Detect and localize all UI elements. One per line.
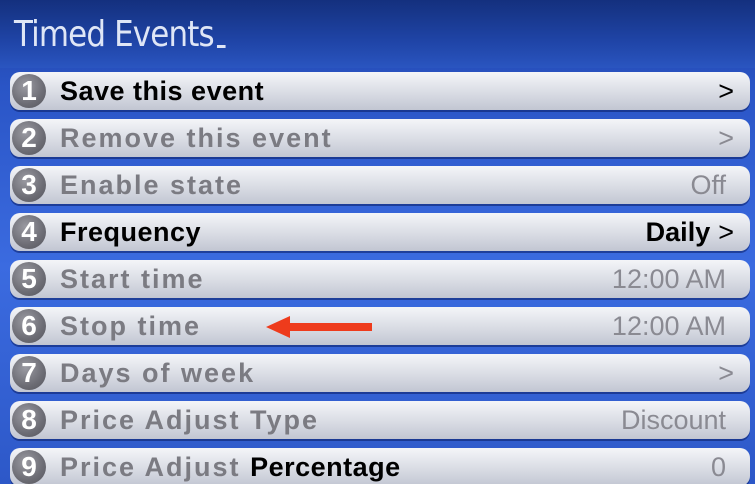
- menu-item-stop-time[interactable]: 6 Stop time 12:00 AM: [10, 307, 750, 345]
- chevron-right-icon: >: [718, 217, 734, 247]
- text-cursor: [217, 45, 226, 48]
- menu-item-remove-event[interactable]: 2 Remove this event >: [10, 119, 750, 157]
- menu-item-value: 12:00 AM: [611, 264, 726, 294]
- number-badge: 3: [12, 168, 46, 202]
- menu-item-label: Enable state: [60, 170, 244, 200]
- menu-item-price-adjust-type[interactable]: 8 Price Adjust Type Discount: [10, 401, 750, 439]
- number-badge: 6: [12, 309, 46, 343]
- menu-item-days-of-week[interactable]: 7 Days of week >: [10, 354, 750, 392]
- menu-item-label: Remove this event: [60, 123, 333, 153]
- menu-item-label: Price Adjust Type: [60, 405, 320, 435]
- number-badge: 7: [12, 356, 46, 390]
- menu-item-label: Start time: [60, 264, 205, 294]
- chevron-right-icon: >: [718, 76, 734, 106]
- timed-events-screen: Timed Events 1 Save this event > 2 Remov…: [0, 0, 755, 484]
- menu-item-value: 0: [710, 452, 726, 482]
- menu-item-value: Off: [690, 170, 726, 200]
- chevron-right-icon: >: [718, 123, 734, 153]
- number-badge: 4: [12, 215, 46, 249]
- red-arrow-icon: [266, 316, 372, 338]
- menu-item-frequency[interactable]: 4 Frequency Daily >: [10, 213, 750, 251]
- menu-item-value: Daily >: [645, 217, 734, 247]
- menu-item-label: Stop time: [60, 311, 202, 341]
- menu-item-label: Frequency: [60, 217, 202, 247]
- menu-item-value: >: [710, 76, 734, 107]
- number-badge: 8: [12, 403, 46, 437]
- title-bar: Timed Events: [0, 0, 755, 68]
- window-title: Timed Events: [14, 14, 226, 55]
- menu-item-label: Save this event: [60, 76, 265, 106]
- menu-item-label: Days of week: [60, 358, 256, 388]
- number-badge: 1: [12, 74, 46, 108]
- menu-item-value: Discount: [620, 405, 726, 435]
- menu-item-value: 12:00 AM: [611, 311, 726, 341]
- menu-item-enable-state[interactable]: 3 Enable state Off: [10, 166, 750, 204]
- menu-item-value: >: [710, 358, 734, 389]
- number-badge: 2: [12, 121, 46, 155]
- menu-item-label: Price Adjust Percentage: [60, 452, 401, 482]
- chevron-right-icon: >: [718, 358, 734, 388]
- menu-item-save-event[interactable]: 1 Save this event >: [10, 72, 750, 110]
- menu-item-start-time[interactable]: 5 Start time 12:00 AM: [10, 260, 750, 298]
- number-badge: 9: [12, 450, 46, 484]
- number-badge: 5: [12, 262, 46, 296]
- menu-item-price-adjust-percentage[interactable]: 9 Price Adjust Percentage 0: [10, 448, 750, 484]
- menu-item-value: >: [710, 123, 734, 154]
